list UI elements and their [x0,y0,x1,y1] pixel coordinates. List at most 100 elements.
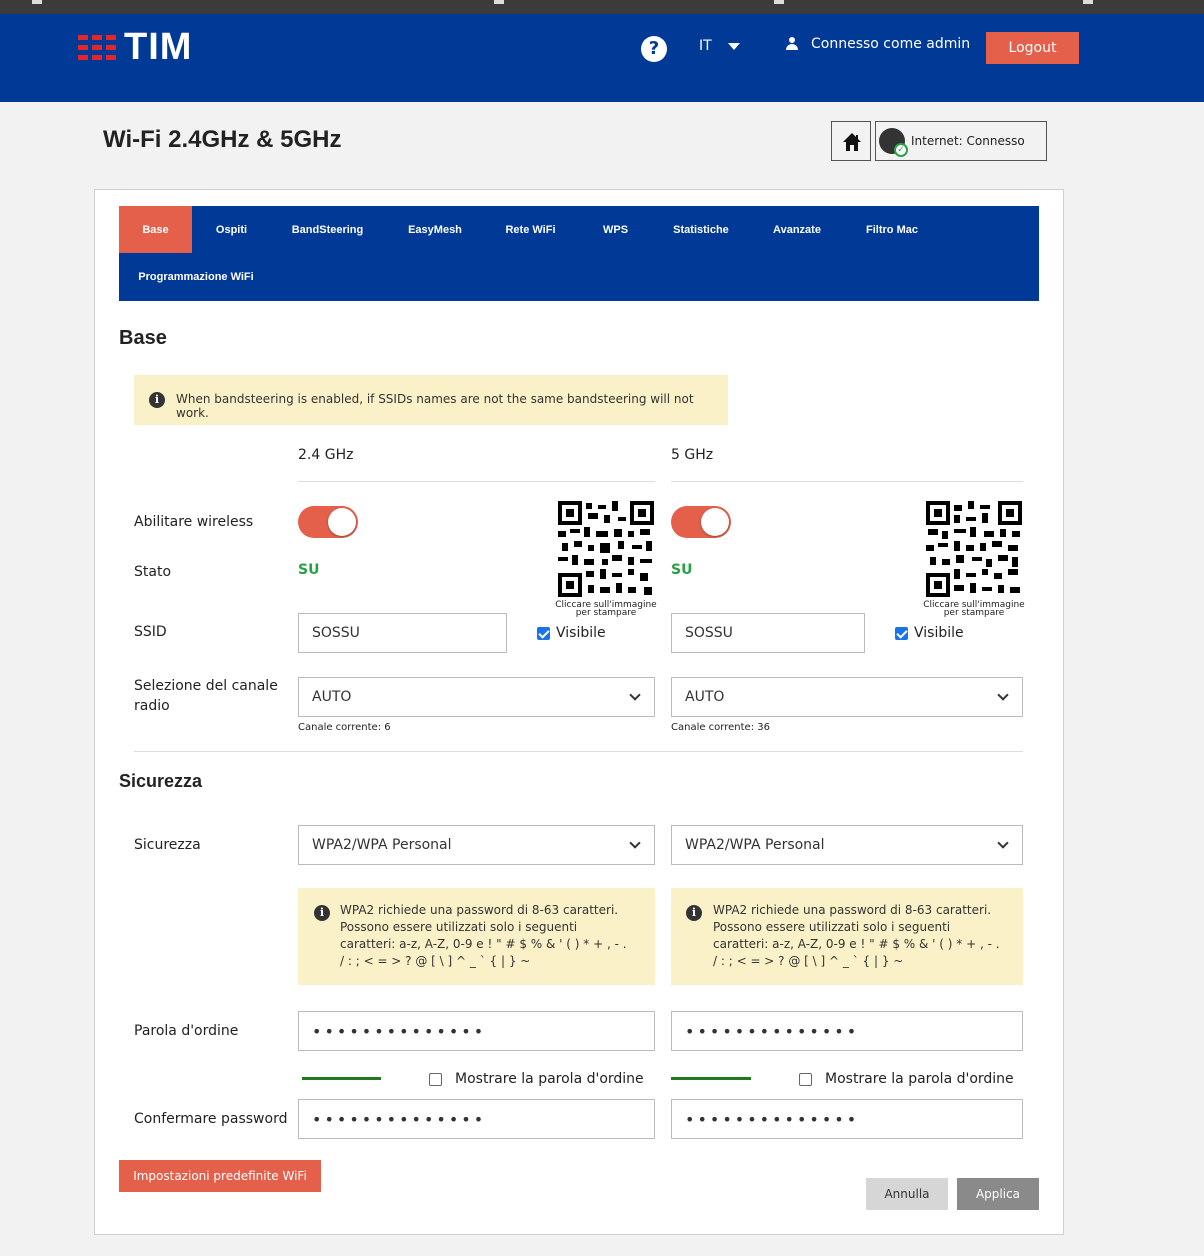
user-label: Connesso come admin [811,36,971,52]
divider [671,481,1023,482]
tab-rete-wifi[interactable]: Rete WiFi [493,206,568,253]
ssid-input-24[interactable] [298,613,507,653]
wpa-notice-text: WPA2 richiede una password di 8-63 carat… [340,903,627,968]
logout-button[interactable]: Logout [986,32,1079,64]
internet-status[interactable]: ✓ Internet: Connesso [875,121,1047,161]
help-icon[interactable]: ? [641,36,667,62]
ssid-label: SSID [134,624,167,640]
visible-checkbox-24[interactable]: Visibile [537,625,606,641]
security-label: Sicurezza [134,837,201,853]
caret-down-icon [727,42,740,50]
wifi-defaults-button[interactable]: Impostazioni predefinite WiFi [119,1160,321,1192]
status-value-24: SU [298,562,320,578]
password-input-24[interactable]: •••••••••••••• [298,1011,655,1051]
tab-ospiti[interactable]: Ospiti [199,206,264,253]
tim-logo[interactable]: TIM [78,26,193,68]
tim-logo-mark-icon [78,34,116,60]
tab-statistiche[interactable]: Statistiche [660,206,742,253]
wireless-toggle-5[interactable] [671,506,731,538]
tab-filtro-mac[interactable]: Filtro Mac [851,206,933,253]
channel-select-value: AUTO [685,689,725,705]
page-title: Wi-Fi 2.4GHz & 5GHz [103,126,342,153]
qr-caption-line: per stampare [575,608,637,618]
band-24-heading: 2.4 GHz [298,447,354,463]
confirm-password-input-24[interactable]: •••••••••••••• [298,1099,655,1139]
password-strength-bar-5 [671,1077,751,1080]
toggle-knob [328,508,356,536]
ssid-input-5[interactable] [671,613,865,653]
checkbox-icon [429,1072,442,1086]
language-label: IT [699,38,712,54]
tab-base[interactable]: Base [119,206,192,253]
tab-easymesh[interactable]: EasyMesh [395,206,475,253]
visible-label: Visibile [914,625,964,641]
current-channel-5: Canale corrente: 36 [671,722,770,733]
wpa-notice-24: i WPA2 richiede una password di 8-63 car… [298,888,655,985]
channel-selection-label-line: radio [134,698,170,714]
section-heading-base: Base [119,327,167,349]
settings-card: Base Ospiti BandSteering EasyMesh Rete W… [94,189,1064,1235]
section-heading-security: Sicurezza [119,771,203,791]
home-icon [843,133,861,151]
channel-select-24[interactable]: AUTO [298,677,655,717]
cancel-button[interactable]: Annulla [866,1178,948,1210]
browser-top-strip [0,0,1204,14]
tab-wps[interactable]: WPS [589,206,642,253]
status-label: Stato [134,564,172,580]
qr-code-5-icon[interactable] [926,501,1022,597]
channel-selection-label: Selezione del canale radio [134,676,278,716]
security-select-5[interactable]: WPA2/WPA Personal [671,825,1023,865]
tab-bandsteering[interactable]: BandSteering [285,206,370,253]
visible-label: Visibile [556,625,606,641]
security-select-24[interactable]: WPA2/WPA Personal [298,825,655,865]
channel-select-value: AUTO [312,689,352,705]
qr-code-24-icon[interactable] [558,501,654,597]
tim-logo-text: TIM [124,26,193,68]
chevron-down-icon [997,689,1009,701]
password-strength-bar-24 [302,1077,381,1080]
enable-wireless-label: Abilitare wireless [134,514,254,530]
qr-caption-24: Cliccare sull'immagine per stampare [551,601,661,618]
qr-caption-line: per stampare [943,608,1005,618]
tab-programmazione-wifi[interactable]: Programmazione WiFi [131,253,261,300]
user-icon [786,37,798,51]
confirm-password-input-5[interactable]: •••••••••••••• [671,1099,1023,1139]
toggle-knob [701,508,729,536]
divider [134,751,1023,752]
wireless-toggle-24[interactable] [298,506,358,538]
chevron-down-icon [997,837,1009,849]
channel-select-5[interactable]: AUTO [671,677,1023,717]
top-header: TIM ? IT Connesso come admin Logout [0,14,1204,102]
globe-icon: ✓ [879,128,908,157]
checkbox-checked-icon [895,626,908,640]
apply-button[interactable]: Applica [957,1178,1039,1210]
wpa-notice-5: i WPA2 richiede una password di 8-63 car… [671,888,1023,985]
security-select-value: WPA2/WPA Personal [312,837,452,853]
bandsteering-notice: i When bandsteering is enabled, if SSIDs… [134,375,728,425]
confirm-password-label: Confermare password [134,1111,288,1127]
user-info: Connesso come admin [786,36,970,52]
show-password-label: Mostrare la parola d'ordine [455,1071,644,1087]
chevron-down-icon [629,837,641,849]
channel-selection-label-line: Selezione del canale [134,678,278,694]
current-channel-24: Canale corrente: 6 [298,722,391,733]
language-selector[interactable]: IT [699,38,740,54]
show-password-checkbox-24[interactable]: Mostrare la parola d'ordine [429,1071,644,1087]
show-password-label: Mostrare la parola d'ordine [825,1071,1014,1087]
checkbox-checked-icon [537,626,550,640]
band-5-heading: 5 GHz [671,447,714,463]
visible-checkbox-5[interactable]: Visibile [895,625,964,641]
info-icon: i [149,392,165,408]
show-password-checkbox-5[interactable]: Mostrare la parola d'ordine [799,1071,1014,1087]
info-icon: i [314,905,330,921]
status-value-5: SU [671,562,693,578]
password-label: Parola d'ordine [134,1023,239,1039]
home-button[interactable] [831,121,871,161]
qr-caption-5: Cliccare sull'immagine per stampare [919,601,1029,618]
password-input-5[interactable]: •••••••••••••• [671,1011,1023,1051]
tab-avanzate[interactable]: Avanzate [756,206,838,253]
wpa-notice-text: WPA2 richiede una password di 8-63 carat… [713,903,1000,968]
internet-status-label: Internet: Connesso [911,134,1025,148]
checkbox-icon [799,1072,812,1086]
tab-bar: Base Ospiti BandSteering EasyMesh Rete W… [119,206,1039,301]
